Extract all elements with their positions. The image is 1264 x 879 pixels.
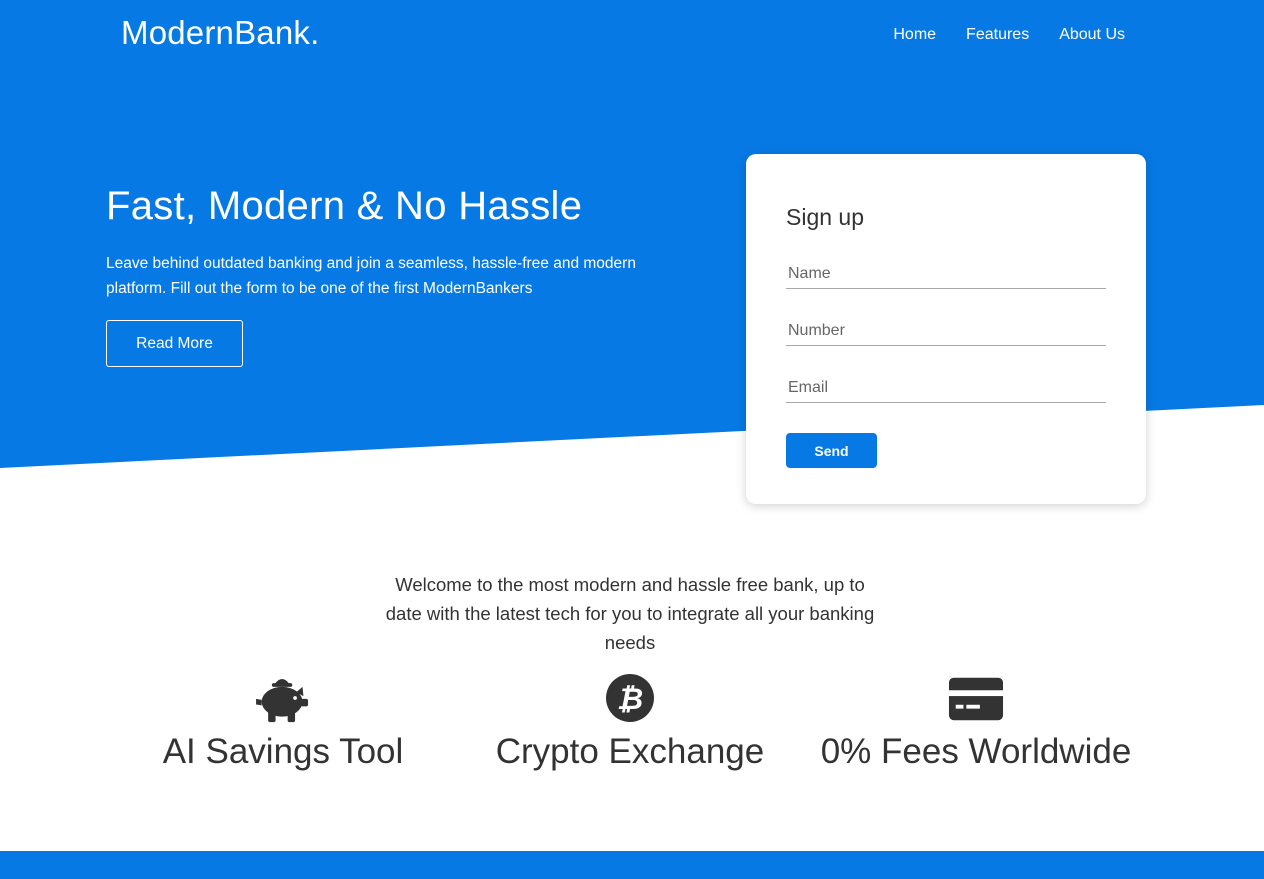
nav-link-home[interactable]: Home xyxy=(893,26,936,44)
bitcoin-icon: ₿ xyxy=(606,674,654,722)
feature-label: AI Savings Tool xyxy=(162,732,404,771)
footer-bar xyxy=(0,851,1264,879)
hero-description: Leave behind outdated banking and join a… xyxy=(106,255,636,297)
logo[interactable]: ModernBank. xyxy=(121,14,319,52)
email-field[interactable] xyxy=(786,373,1106,403)
feature-label: 0% Fees Worldwide xyxy=(820,732,1132,771)
read-more-button[interactable]: Read More xyxy=(106,320,243,367)
signup-card: Sign up Send xyxy=(746,154,1146,504)
nav-link-features[interactable]: Features xyxy=(966,26,1029,44)
piggy-bank-icon xyxy=(256,678,309,723)
feature-crypto-exchange: ₿ Crypto Exchange xyxy=(460,672,800,772)
feature-zero-fees: 0% Fees Worldwide xyxy=(806,672,1146,772)
nav-link-about-us[interactable]: About Us xyxy=(1059,26,1125,44)
feature-label: Crypto Exchange xyxy=(495,732,765,771)
send-button[interactable]: Send xyxy=(786,433,877,468)
signup-title: Sign up xyxy=(786,204,865,230)
number-field[interactable] xyxy=(786,316,1106,346)
welcome-text: Welcome to the most modern and hassle fr… xyxy=(385,574,875,653)
nav-links: Home Features About Us xyxy=(863,26,1125,44)
svg-text:₿: ₿ xyxy=(617,682,643,717)
name-field[interactable] xyxy=(786,259,1106,289)
hero-title: Fast, Modern & No Hassle xyxy=(106,184,583,228)
feature-ai-savings: AI Savings Tool xyxy=(113,672,453,772)
credit-card-icon xyxy=(948,677,1004,721)
top-navbar: ModernBank. Home Features About Us xyxy=(0,0,1264,72)
